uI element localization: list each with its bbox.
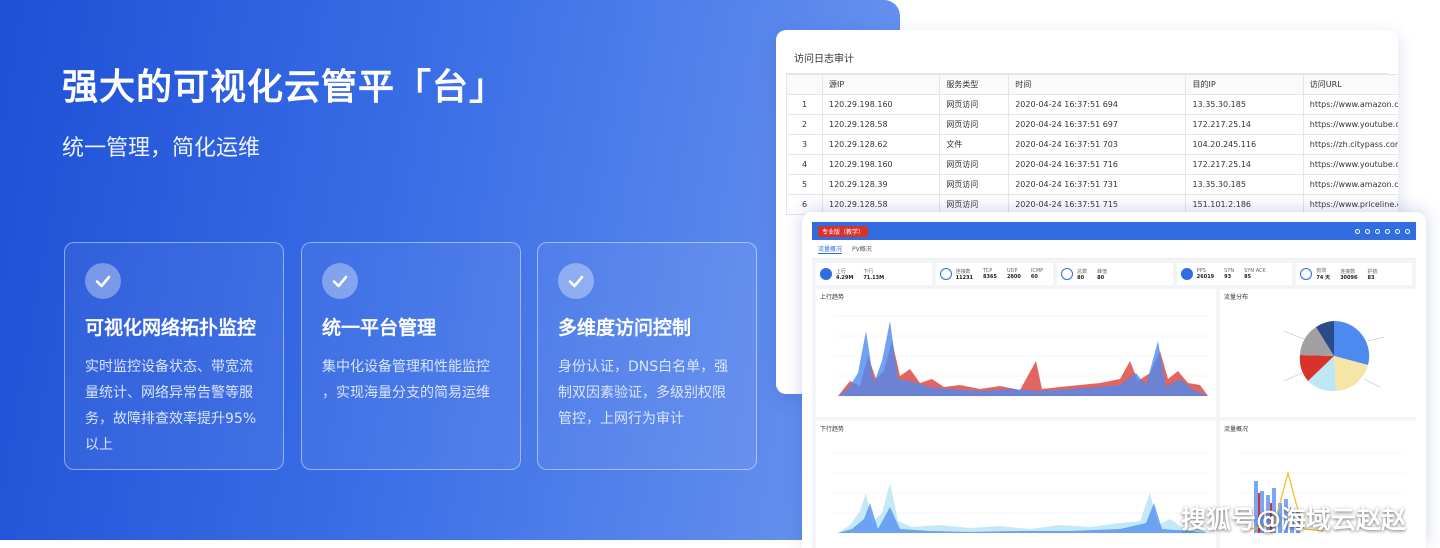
download-trend-chart (834, 452, 1208, 534)
feature-description: 实时监控设备状态、带宽流 量统计、网络异常告警等服 务，故障排查效率提升95% … (85, 359, 257, 453)
feature-card-platform: 统一平台管理 集中化设备管理和性能监控 ，实现海量分支的简易运维 (301, 242, 521, 470)
table-row[interactable]: 1 120.29.198.160 网页访问 2020-04-24 16:37:5… (786, 94, 1398, 115)
column-header: 访问URL (1302, 74, 1398, 95)
table-row[interactable]: 3 120.29.128.62 文件 2020-04-24 16:37:51 7… (786, 134, 1398, 155)
panel-title: 上行趋势 (820, 294, 845, 301)
stat-card-security: 有效 74 天 连接数 30096 护航 83 (1296, 263, 1412, 285)
check-icon (322, 263, 358, 299)
stat-card-users: 总数 80 峰值 80 (1057, 263, 1173, 285)
check-icon (558, 263, 594, 299)
tab-pv[interactable]: PV概况 (852, 244, 872, 254)
feature-description: 身份认证，DNS白名单，强 制双因素验证，多级别权限 管控，上网行为审计 (558, 359, 729, 427)
refresh-icon[interactable] (1375, 228, 1380, 234)
feature-title: 多维度访问控制 (558, 317, 692, 339)
panel-title: 流量概况 (1224, 426, 1249, 433)
log-window-title: 访问日志审计 (786, 40, 1388, 74)
network-icon (939, 268, 952, 280)
stat-card-connections: 连接数 11231 TCP 8365 UDP 2800 ICMP 60 (935, 263, 1054, 285)
fullscreen-icon[interactable] (1365, 228, 1370, 234)
packet-icon (1180, 268, 1193, 280)
dashboard-tabs: 流量概况 PV概况 (812, 240, 1416, 259)
stats-row: 上行 4.29M 下行 71.13M 连接数 11231 TCP 8365 UDP 280… (812, 259, 1416, 289)
upload-trend-panel: 上行趋势 (816, 289, 1216, 417)
user-icon[interactable] (1405, 228, 1410, 234)
clock-icon (820, 268, 832, 280)
table-row[interactable]: 5 120.29.128.39 网页访问 2020-04-24 16:37:51… (786, 174, 1398, 195)
column-header: 服务类型 (939, 74, 1010, 95)
table-row[interactable]: 2 120.29.128.58 网页访问 2020-04-24 16:37:51… (786, 114, 1398, 135)
check-icon (85, 263, 121, 299)
topbar-icons (1355, 228, 1410, 234)
traffic-distribution-panel: 流量分布 (1220, 289, 1416, 417)
column-header: 时间 (1008, 74, 1187, 95)
feature-title: 统一平台管理 (322, 317, 437, 339)
table-row[interactable]: 4 120.29.198.160 网页访问 2020-04-24 16:37:5… (786, 154, 1398, 175)
panel-title: 下行趋势 (820, 426, 845, 433)
settings-icon[interactable] (1395, 228, 1400, 234)
feature-description: 集中化设备管理和性能监控 ，实现海量分支的简易运维 (322, 359, 490, 401)
feature-title: 可视化网络拓扑监控 (85, 317, 257, 339)
dashboard-topbar: 专业版（教学） (812, 222, 1416, 240)
column-header (786, 74, 823, 95)
shield-icon (1300, 268, 1313, 280)
bell-icon[interactable] (1385, 228, 1390, 234)
watermark: 搜狐号@海域云赵赵 (1180, 505, 1406, 534)
column-header: 目的IP (1185, 74, 1304, 95)
log-table: 源IP 服务类型 时间 目的IP 访问URL 1 120.29.198.160 … (786, 74, 1398, 215)
stat-card-packets: PPS 26019 SYN 93 SYN ACK 85 (1176, 263, 1293, 285)
search-icon[interactable] (1355, 228, 1360, 234)
feature-card-access: 多维度访问控制 身份认证，DNS白名单，强 制双因素验证，多级别权限 管控，上网… (537, 242, 757, 470)
page-subtitle: 统一管理，简化运维 (62, 136, 261, 161)
feature-card-topology: 可视化网络拓扑监控 实时监控设备状态、带宽流 量统计、网络异常告警等服 务，故障… (64, 242, 284, 470)
download-trend-panel: 下行趋势 (816, 421, 1216, 548)
user-icon (1061, 268, 1074, 280)
dashboard-window: 专业版（教学） 流量概况 PV概况 上行 4.29M 下行 71.13M 连接数 11… (802, 212, 1426, 548)
column-header: 源IP (821, 74, 941, 95)
panel-title: 流量分布 (1224, 294, 1249, 301)
upload-trend-chart (834, 315, 1208, 397)
traffic-pie-chart (1283, 320, 1385, 392)
stat-card-bandwidth: 上行 4.29M 下行 71.13M (816, 263, 932, 285)
page-title: 强大的可视化云管平「台」 (62, 67, 507, 108)
tab-traffic[interactable]: 流量概况 (818, 244, 843, 254)
table-header-row: 源IP 服务类型 时间 目的IP 访问URL (786, 74, 1398, 95)
edition-badge: 专业版（教学） (818, 225, 869, 237)
hero-banner: 强大的可视化云管平「台」 统一管理，简化运维 可视化网络拓扑监控 实时监控设备状… (0, 0, 900, 540)
